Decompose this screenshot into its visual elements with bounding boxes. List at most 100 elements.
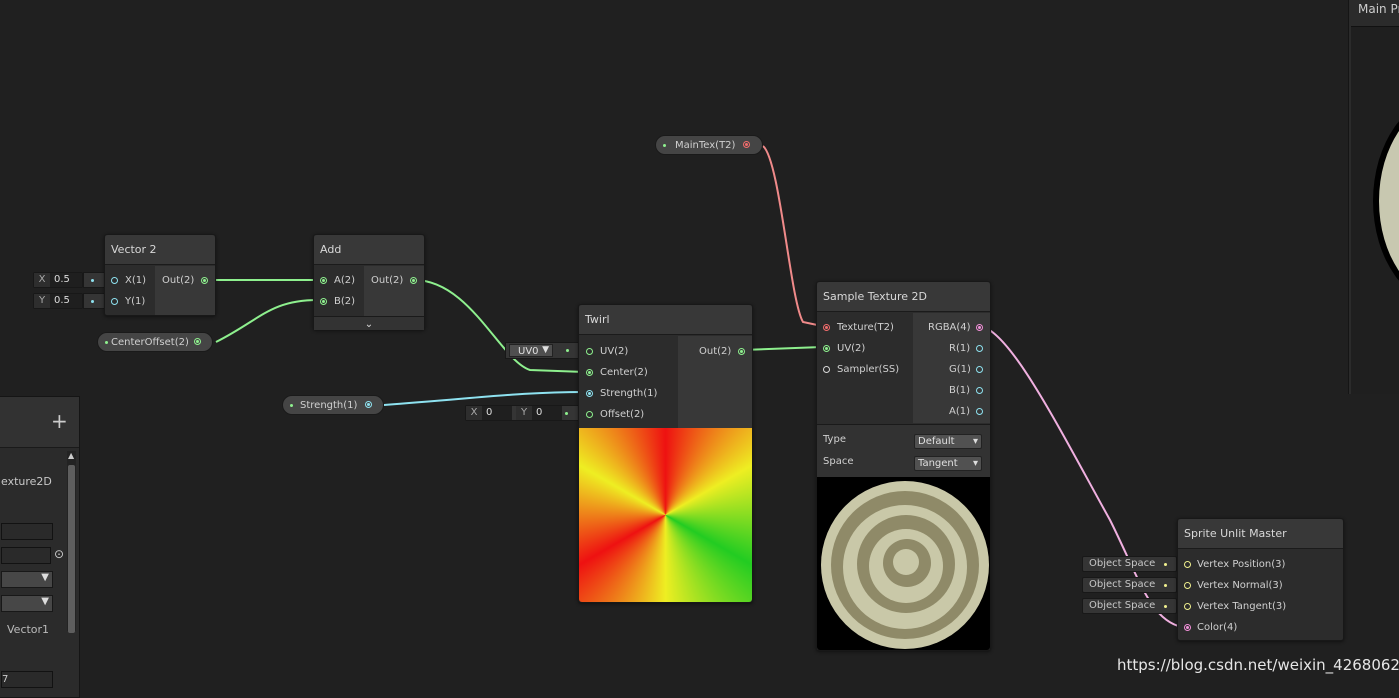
scroll-thumb[interactable] — [68, 465, 75, 633]
offset-y-value[interactable]: 0 — [532, 406, 562, 420]
twirl-offset-field[interactable]: X0Y0 — [465, 405, 580, 421]
wire-maintex-to-sample — [762, 145, 823, 327]
offset-x-axis-label: X — [466, 406, 482, 420]
sample-texture-r-label: R(1) — [949, 343, 971, 354]
blackboard-panel[interactable]: + ▲ exture2D ⊙ ▼ ▼ Vector1 7 — [0, 396, 80, 698]
scrollbar[interactable]: ▲ — [67, 451, 76, 633]
main-preview-ring — [1373, 95, 1399, 307]
twirl-uv-port[interactable] — [586, 348, 593, 355]
sample-texture-texture-port[interactable] — [823, 324, 830, 331]
main-preview-panel[interactable]: Main Pr — [1348, 0, 1399, 394]
maintex-out-port[interactable] — [743, 141, 750, 148]
sample-texture-settings: Type Default Space Tangent — [817, 424, 990, 477]
dropdown-arrow-icon: ▼ — [542, 345, 549, 355]
master-position-port[interactable] — [1184, 561, 1191, 568]
dropdown-arrow-icon: ▼ — [41, 596, 49, 607]
watermark-text: https://blog.csdn.net/weixin_42680627 — [1117, 656, 1399, 674]
add-out-port[interactable] — [410, 277, 417, 284]
twirl-center-label: Center(2) — [600, 367, 648, 378]
vector2-y-connector — [83, 293, 105, 309]
center-offset-out-port[interactable] — [194, 338, 201, 345]
property-value-field[interactable]: ⊙ — [1, 547, 64, 564]
add-expand-bar[interactable]: ⌄ — [314, 316, 424, 330]
strength-property[interactable]: Strength(1) — [282, 395, 384, 415]
sample-texture-r-port[interactable] — [976, 345, 983, 352]
sample-texture-a-label: A(1) — [949, 406, 971, 417]
master-color-port[interactable] — [1184, 624, 1191, 631]
tangent-space-label: Object Space — [1089, 600, 1156, 611]
vector2-y-field[interactable]: Y 0.5 — [33, 293, 83, 309]
sample-texture-uv-label: UV(2) — [837, 343, 866, 354]
property-mode-dropdown[interactable]: ▼ — [1, 571, 53, 588]
uv-channel-value: UV0 ▼ — [509, 344, 553, 357]
twirl-title[interactable]: Twirl — [579, 305, 752, 335]
space-dropdown[interactable]: Tangent — [914, 456, 982, 471]
property-precision-dropdown[interactable]: ▼ — [1, 595, 53, 612]
add-title[interactable]: Add — [314, 235, 424, 265]
property-bottom-field[interactable]: 7 — [1, 671, 53, 688]
vector2-x-label: X(1) — [125, 275, 147, 286]
add-a-port[interactable] — [320, 277, 327, 284]
sample-texture-b-port[interactable] — [976, 387, 983, 394]
wire-twirl-to-sample — [741, 346, 823, 351]
main-preview-title: Main Pr — [1358, 2, 1399, 16]
property-name-field[interactable] — [1, 523, 53, 540]
x-value[interactable]: 0.5 — [50, 273, 82, 287]
sample-texture-rgba-port[interactable] — [976, 324, 983, 331]
chevron-down-icon: ⌄ — [364, 319, 374, 330]
sample-texture-texture-label: Texture(T2) — [837, 322, 894, 333]
y-value[interactable]: 0.5 — [50, 294, 82, 308]
sample-texture-sampler-label: Sampler(SS) — [837, 364, 900, 375]
vector2-y-port[interactable] — [111, 298, 118, 305]
master-title[interactable]: Sprite Unlit Master — [1178, 519, 1343, 549]
plus-icon[interactable]: + — [51, 409, 68, 433]
twirl-preview-image — [579, 428, 752, 602]
target-icon[interactable]: ⊙ — [54, 547, 64, 561]
sample-texture-sampler-port[interactable] — [823, 366, 830, 373]
add-out-label: Out(2) — [371, 275, 404, 286]
master-position-space[interactable]: Object Space — [1082, 556, 1177, 572]
wire-strength-to-twirl — [383, 391, 586, 406]
master-tangent-space[interactable]: Object Space — [1082, 598, 1177, 614]
master-tangent-label: Vertex Tangent(3) — [1197, 601, 1287, 612]
vector2-x-connector — [83, 272, 105, 288]
vector2-x-port[interactable] — [111, 277, 118, 284]
wire-centeroffset-to-add — [215, 299, 319, 343]
sample-texture-uv-port[interactable] — [823, 345, 830, 352]
sample-texture-a-port[interactable] — [976, 408, 983, 415]
master-normal-port[interactable] — [1184, 582, 1191, 589]
add-a-label: A(2) — [334, 275, 356, 286]
master-normal-space[interactable]: Object Space — [1082, 577, 1177, 593]
sample-texture-node[interactable]: Sample Texture 2D Texture(T2) UV(2) Samp… — [816, 281, 991, 651]
master-tangent-port[interactable] — [1184, 603, 1191, 610]
maintex-property[interactable]: MainTex(T2) — [655, 135, 763, 155]
scroll-up-arrow[interactable]: ▲ — [68, 451, 74, 460]
vector2-title[interactable]: Vector 2 — [105, 235, 215, 265]
type-dropdown[interactable]: Default — [914, 434, 982, 449]
twirl-strength-port[interactable] — [586, 390, 593, 397]
twirl-out-port[interactable] — [738, 348, 745, 355]
twirl-offset-port[interactable] — [586, 411, 593, 418]
strength-out-port[interactable] — [365, 401, 372, 408]
vector2-y-label: Y(1) — [125, 296, 146, 307]
sample-texture-g-label: G(1) — [949, 364, 971, 375]
vector2-out-port[interactable] — [201, 277, 208, 284]
add-node[interactable]: Add A(2) B(2) Out(2) ⌄ — [313, 234, 425, 330]
twirl-offset-label: Offset(2) — [600, 409, 645, 420]
vector2-x-field[interactable]: X 0.5 — [33, 272, 83, 288]
vector2-node[interactable]: Vector 2 X(1) Y(1) Out(2) — [104, 234, 216, 316]
offset-x-value[interactable]: 0 — [482, 406, 512, 420]
center-offset-property[interactable]: CenterOffset(2) — [97, 332, 213, 352]
add-b-port[interactable] — [320, 298, 327, 305]
position-space-label: Object Space — [1089, 558, 1156, 569]
twirl-center-port[interactable] — [586, 369, 593, 376]
dropdown-arrow-icon: ▼ — [41, 572, 49, 583]
twirl-node[interactable]: Twirl UV(2) Center(2) Strength(1) Offset… — [578, 304, 753, 603]
twirl-uv-channel-dropdown[interactable]: UV0 ▼ — [505, 342, 580, 359]
sample-texture-g-port[interactable] — [976, 366, 983, 373]
twirl-strength-label: Strength(1) — [600, 388, 658, 399]
offset-y-axis-label: Y — [516, 406, 532, 420]
space-label: Space — [823, 456, 854, 467]
sample-texture-title[interactable]: Sample Texture 2D — [817, 282, 990, 312]
sprite-unlit-master-node[interactable]: Sprite Unlit Master Vertex Position(3) V… — [1177, 518, 1344, 641]
